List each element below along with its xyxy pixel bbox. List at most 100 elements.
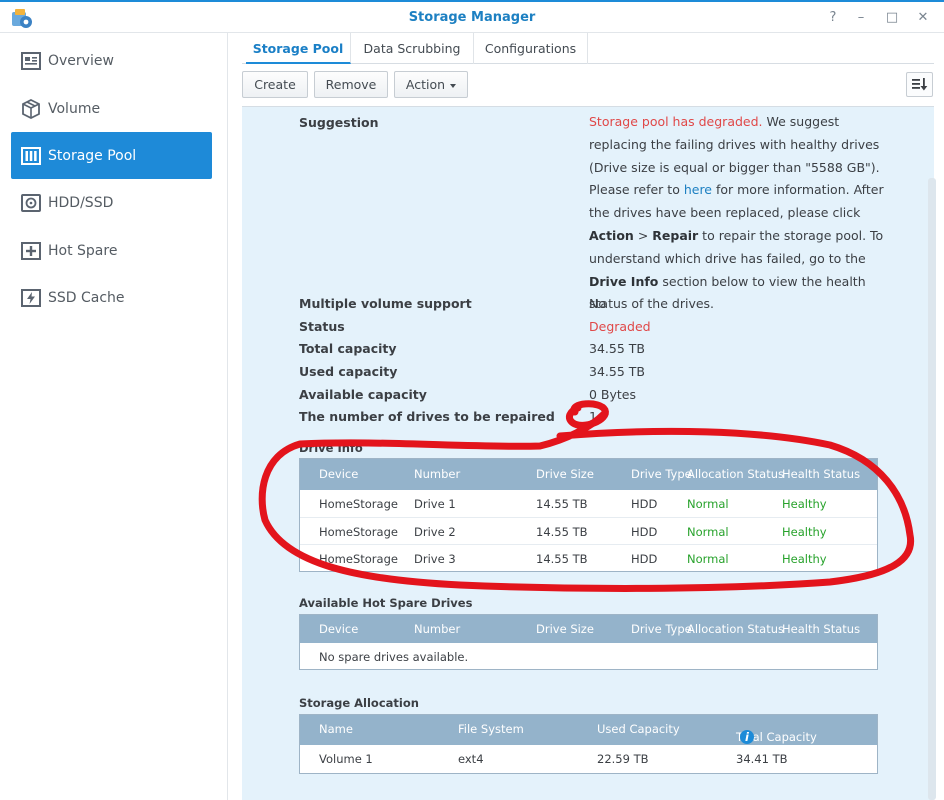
sort-icon[interactable] xyxy=(906,72,933,97)
status-value: Degraded xyxy=(589,319,651,334)
cell-total: 34.41 TB xyxy=(736,752,788,766)
cell-health: Healthy xyxy=(782,524,827,539)
close-icon[interactable]: ✕ xyxy=(915,10,931,26)
cell-type: HDD xyxy=(631,497,658,511)
cell-health: Healthy xyxy=(782,552,827,566)
hdd-icon xyxy=(20,192,42,214)
cell-type: HDD xyxy=(631,552,658,566)
empty-message: No spare drives available. xyxy=(319,650,469,664)
cell-fs: ext4 xyxy=(458,752,484,766)
column-header[interactable]: Number xyxy=(414,622,460,636)
suggestion-repair: Repair xyxy=(652,227,699,243)
cell-allocation: Normal xyxy=(687,497,729,511)
tab-storage-pool[interactable]: Storage Pool xyxy=(246,33,351,64)
title-bar: Storage Manager ? – □ ✕ xyxy=(0,0,944,33)
cell-number: Drive 3 xyxy=(414,552,456,566)
cell-allocation: Normal xyxy=(687,524,729,539)
cell-size: 14.55 TB xyxy=(536,552,588,566)
total-capacity-label: Total capacity xyxy=(299,341,397,356)
help-icon[interactable]: ? xyxy=(825,10,841,26)
cell-size: 14.55 TB xyxy=(536,524,588,539)
sidebar-item-overview[interactable]: Overview xyxy=(11,37,212,84)
used-capacity-value: 34.55 TB xyxy=(589,364,645,379)
column-header[interactable]: Health Status xyxy=(782,622,860,636)
cell-number: Drive 1 xyxy=(414,497,456,511)
empty-row: No spare drives available. xyxy=(300,643,877,671)
table-row[interactable]: Volume 1 ext4 22.59 TB 34.41 TB xyxy=(300,745,877,773)
cell-allocation: Normal xyxy=(687,552,729,566)
column-header[interactable]: Device xyxy=(319,622,358,636)
column-header[interactable]: Drive Size xyxy=(536,467,594,481)
sidebar-item-volume[interactable]: Volume xyxy=(11,85,212,132)
panel-scrollbar[interactable] xyxy=(928,178,936,800)
total-capacity-value: 34.55 TB xyxy=(589,341,645,356)
repair-count-label: The number of drives to be repaired xyxy=(299,409,555,424)
tab-configurations[interactable]: Configurations xyxy=(474,33,588,64)
sidebar-item-label: Storage Pool xyxy=(48,147,137,164)
table-row[interactable]: HomeStorage Drive 2 14.55 TB HDD Normal … xyxy=(300,518,877,545)
column-header[interactable]: Drive Type xyxy=(631,467,692,481)
column-header[interactable]: Drive Type xyxy=(631,622,692,636)
minimize-icon[interactable]: – xyxy=(853,10,869,26)
storage-allocation-title: Storage Allocation xyxy=(299,696,419,710)
available-capacity-value: 0 Bytes xyxy=(589,387,637,402)
remove-button[interactable]: Remove xyxy=(314,71,388,98)
maximize-icon[interactable]: □ xyxy=(884,10,900,26)
storage-pool-icon xyxy=(20,145,42,167)
info-icon[interactable]: i xyxy=(740,730,754,744)
column-header[interactable]: Allocation Status xyxy=(687,467,784,481)
sidebar-item-label: SSD Cache xyxy=(48,289,125,306)
hot-spare-table: Device Number Drive Size Drive Type Allo… xyxy=(299,614,878,670)
cell-device: HomeStorage xyxy=(319,552,398,566)
hot-spare-title: Available Hot Spare Drives xyxy=(299,596,473,610)
available-capacity-label: Available capacity xyxy=(299,387,427,402)
storage-pool-details: Suggestion Storage pool has degraded. We… xyxy=(242,106,934,800)
cell-size: 14.55 TB xyxy=(536,497,588,511)
sidebar-item-ssd-cache[interactable]: SSD Cache xyxy=(11,274,212,321)
cell-device: HomeStorage xyxy=(319,497,398,511)
help-link[interactable]: here xyxy=(684,182,712,197)
cell-number: Drive 2 xyxy=(414,524,456,539)
ssd-cache-icon xyxy=(20,287,42,309)
storage-allocation-table: Name File System Used Capacity Total Cap… xyxy=(299,714,878,774)
cell-used: 22.59 TB xyxy=(597,752,649,766)
used-capacity-label: Used capacity xyxy=(299,364,398,379)
hot-spare-icon xyxy=(20,240,42,262)
table-header: Device Number Drive Size Drive Type Allo… xyxy=(300,615,877,643)
column-header[interactable]: Number xyxy=(414,467,460,481)
chevron-down-icon xyxy=(450,83,457,88)
column-header[interactable]: Used Capacity xyxy=(597,722,680,736)
overview-icon xyxy=(20,50,42,72)
action-button-label: Action xyxy=(405,77,446,92)
column-header[interactable]: Name xyxy=(319,722,353,736)
table-header: Name File System Used Capacity Total Cap… xyxy=(300,715,877,745)
table-row[interactable]: HomeStorage Drive 3 14.55 TB HDD Normal … xyxy=(300,545,877,573)
column-header[interactable]: Health Status xyxy=(782,467,860,481)
cell-name: Volume 1 xyxy=(319,752,373,766)
tab-data-scrubbing[interactable]: Data Scrubbing xyxy=(351,33,474,64)
sidebar-item-label: Hot Spare xyxy=(48,242,118,259)
create-button[interactable]: Create xyxy=(242,71,308,98)
column-header[interactable]: Allocation Status xyxy=(687,622,784,636)
cell-type: HDD xyxy=(631,524,658,539)
column-header[interactable]: File System xyxy=(458,722,524,736)
cell-device: HomeStorage xyxy=(319,524,398,539)
column-header[interactable]: Drive Size xyxy=(536,622,594,636)
sidebar-item-hdd-ssd[interactable]: HDD/SSD xyxy=(11,179,212,226)
suggestion-label: Suggestion xyxy=(299,115,379,130)
sidebar-item-label: Volume xyxy=(48,100,101,117)
sidebar: Overview Volume Storage Pool HDD/SSD Hot… xyxy=(0,33,228,800)
cell-health: Healthy xyxy=(782,497,827,511)
sidebar-item-storage-pool[interactable]: Storage Pool xyxy=(11,132,212,179)
multi-volume-label: Multiple volume support xyxy=(299,296,472,311)
degraded-alert: Storage pool has degraded. xyxy=(589,114,763,129)
table-row[interactable]: HomeStorage Drive 1 14.55 TB HDD Normal … xyxy=(300,490,877,518)
repair-count-value: 1 xyxy=(589,409,597,424)
sidebar-item-label: HDD/SSD xyxy=(48,194,114,211)
status-label: Status xyxy=(299,319,345,334)
volume-icon xyxy=(20,98,42,120)
toolbar: Create Remove Action xyxy=(242,64,934,105)
action-button[interactable]: Action xyxy=(394,71,468,98)
column-header[interactable]: Device xyxy=(319,467,358,481)
sidebar-item-hot-spare[interactable]: Hot Spare xyxy=(11,227,212,274)
